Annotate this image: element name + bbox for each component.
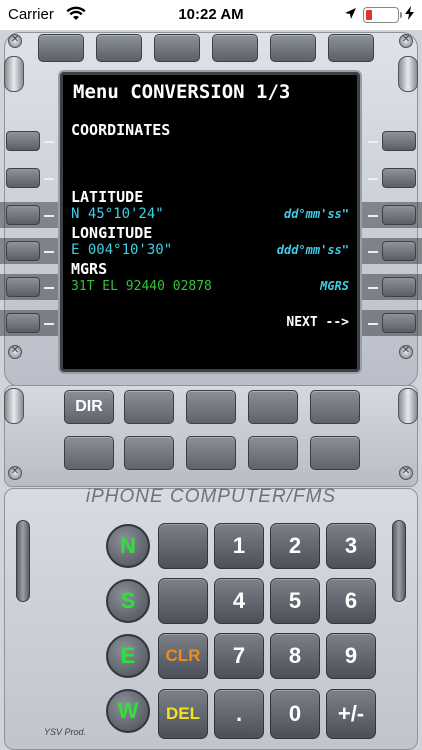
status-right-group [344, 6, 414, 24]
lower-knob-right[interactable] [398, 388, 418, 424]
longitude-format[interactable]: ddd°mm'ss" [277, 243, 349, 257]
charging-bolt-icon [405, 6, 414, 24]
side-rail-right [392, 520, 406, 602]
lsk-left-5[interactable] [6, 277, 40, 297]
brightness-knob-left[interactable] [4, 56, 24, 92]
digit-7-key[interactable]: 7 [214, 633, 264, 679]
clear-key[interactable]: CLR [158, 633, 208, 679]
screw-icon [8, 466, 22, 480]
digit-1-key[interactable]: 1 [214, 523, 264, 569]
lsk-right-1[interactable] [382, 131, 416, 151]
decimal-point-key[interactable]: . [214, 689, 264, 739]
lsk-tick [368, 251, 378, 253]
function-key-6[interactable] [64, 436, 114, 470]
brand-label: iPHONE COMPUTER/FMS [85, 486, 337, 507]
west-key[interactable]: W [106, 689, 150, 733]
function-key-2[interactable] [124, 390, 174, 424]
digit-4-key[interactable]: 4 [214, 578, 264, 624]
plus-minus-key[interactable]: +/- [326, 689, 376, 739]
south-key[interactable]: S [106, 579, 150, 623]
lsk-left-3[interactable] [6, 205, 40, 225]
brightness-knob-right[interactable] [398, 56, 418, 92]
status-bar: Carrier 10:22 AM [0, 0, 422, 30]
screw-icon [399, 34, 413, 48]
function-key-8[interactable] [186, 436, 236, 470]
screw-icon [8, 34, 22, 48]
lsk-tick [44, 251, 54, 253]
digit-0-key[interactable]: 0 [270, 689, 320, 739]
function-key-7[interactable] [124, 436, 174, 470]
lsk-right-3[interactable] [382, 205, 416, 225]
mgrs-label: MGRS [71, 260, 108, 278]
delete-key[interactable]: DEL [158, 689, 208, 739]
latitude-label: LATITUDE [71, 188, 144, 206]
page-title: Menu CONVERSION 1/3 [73, 81, 291, 103]
lsk-left-6[interactable] [6, 313, 40, 333]
function-key-5[interactable] [310, 390, 360, 424]
lsk-tick [44, 215, 54, 217]
battery-fill [366, 10, 372, 20]
credit-label: YSV Prod. [44, 727, 87, 737]
digit-5-key[interactable]: 5 [270, 578, 320, 624]
lsk-tick [44, 178, 54, 180]
screw-icon [399, 466, 413, 480]
east-key[interactable]: E [106, 634, 150, 678]
north-key[interactable]: N [106, 524, 150, 568]
digit-3-key[interactable]: 3 [326, 523, 376, 569]
digit-2-key[interactable]: 2 [270, 523, 320, 569]
lsk-right-4[interactable] [382, 241, 416, 261]
lsk-left-4[interactable] [6, 241, 40, 261]
top-slot-key-4[interactable] [212, 34, 258, 62]
lsk-tick [368, 287, 378, 289]
fms-display: Menu CONVERSION 1/3 COORDINATES LATITUDE… [60, 72, 360, 372]
battery-icon [363, 7, 402, 23]
function-key-4[interactable] [248, 390, 298, 424]
function-key-3[interactable] [186, 390, 236, 424]
lsk-tick [368, 215, 378, 217]
lsk-tick [368, 323, 378, 325]
function-key-10[interactable] [310, 436, 360, 470]
function-key-9[interactable] [248, 436, 298, 470]
lsk-right-5[interactable] [382, 277, 416, 297]
lsk-left-1[interactable] [6, 131, 40, 151]
top-slot-key-3[interactable] [154, 34, 200, 62]
lsk-tick [368, 141, 378, 143]
digit-8-key[interactable]: 8 [270, 633, 320, 679]
lsk-right-2[interactable] [382, 168, 416, 188]
longitude-label: LONGITUDE [71, 224, 153, 242]
lsk-tick [368, 178, 378, 180]
mgrs-value[interactable]: 31T EL 92440 02878 [71, 279, 212, 294]
next-page-link[interactable]: NEXT --> [286, 315, 349, 330]
digit-9-key[interactable]: 9 [326, 633, 376, 679]
lsk-tick [44, 287, 54, 289]
screw-icon [8, 345, 22, 359]
top-slot-key-6[interactable] [328, 34, 374, 62]
dir-button[interactable]: DIR [64, 390, 114, 424]
digit-6-key[interactable]: 6 [326, 578, 376, 624]
lsk-left-2[interactable] [6, 168, 40, 188]
lsk-tick [44, 141, 54, 143]
top-slot-key-1[interactable] [38, 34, 84, 62]
latitude-format[interactable]: dd°mm'ss" [284, 207, 349, 221]
mgrs-format[interactable]: MGRS [320, 279, 349, 293]
blank-key[interactable] [158, 578, 208, 624]
lsk-right-6[interactable] [382, 313, 416, 333]
top-slot-key-2[interactable] [96, 34, 142, 62]
lsk-tick [44, 323, 54, 325]
lower-knob-left[interactable] [4, 388, 24, 424]
section-label: COORDINATES [71, 121, 171, 139]
longitude-value[interactable]: E 004°10'30" [71, 242, 172, 258]
location-arrow-icon [344, 7, 357, 24]
side-rail-left [16, 520, 30, 602]
latitude-value[interactable]: N 45°10'24" [71, 206, 164, 222]
top-slot-key-5[interactable] [270, 34, 316, 62]
screw-icon [399, 345, 413, 359]
blank-key[interactable] [158, 523, 208, 569]
